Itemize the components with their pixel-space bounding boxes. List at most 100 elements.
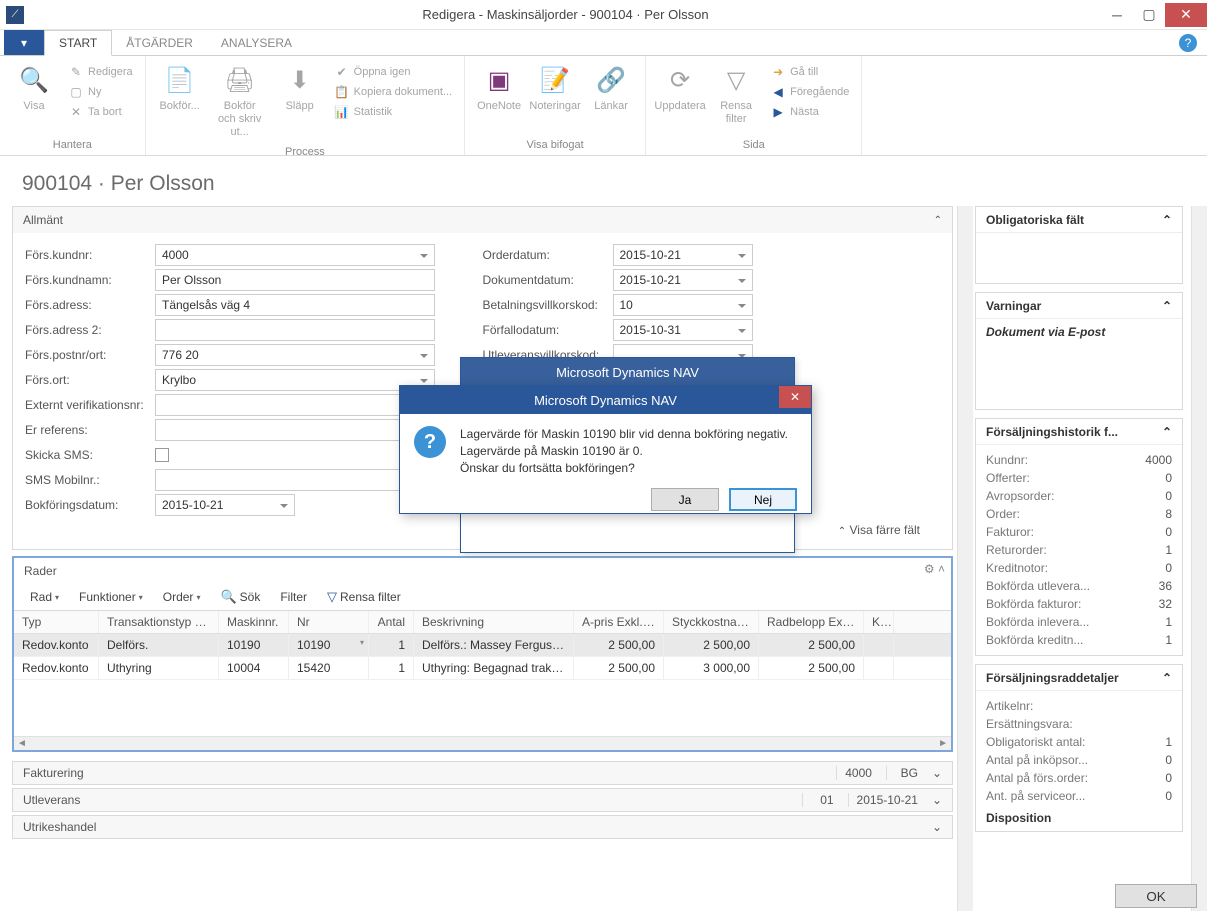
field-orderdatum[interactable]: 2015-10-21	[613, 244, 753, 266]
field-betvillkor[interactable]: 10	[613, 294, 753, 316]
panel-allmant-head[interactable]: Allmänt ⌃	[13, 207, 952, 233]
field-referens[interactable]	[155, 419, 435, 441]
gatill-button[interactable]: ➜Gå till	[764, 62, 855, 82]
clear-icon: ▽	[327, 589, 337, 605]
fbox-forshistorik-head[interactable]: Försäljningshistorik f...⌃	[976, 419, 1182, 445]
tab-analysera[interactable]: ANALYSERA	[207, 30, 306, 55]
dropdown-icon[interactable]: ▾	[360, 638, 364, 647]
fbox-obligatoriska: Obligatoriska fält⌃	[975, 206, 1183, 284]
bokfor-button[interactable]: 📄Bokför...	[152, 60, 208, 144]
chevron-down-icon: ⌄	[932, 820, 942, 834]
print-icon: 🖨	[224, 64, 256, 96]
th-typ[interactable]: Typ	[14, 611, 99, 633]
th-apris[interactable]: A-pris Exkl. moms	[574, 611, 664, 633]
group-sida-label: Sida	[743, 137, 765, 151]
uppdatera-button[interactable]: ⟳Uppdatera	[652, 60, 708, 137]
label-betvillkor: Betalningsvillkorskod:	[483, 298, 613, 312]
chevron-up-icon: ⌃	[934, 215, 942, 226]
field-bokdatum[interactable]: 2015-10-21	[155, 494, 295, 516]
checkbox-sms[interactable]	[155, 448, 169, 462]
th-styck[interactable]: Styckkostnad (BVA)	[664, 611, 759, 633]
new-icon: ▢	[68, 84, 84, 100]
label-postnr: Förs.postnr/ort:	[25, 348, 155, 362]
statistik-button[interactable]: 📊Statistik	[328, 102, 458, 122]
gear-icon[interactable]: ⚙ ˄	[924, 562, 945, 576]
question-icon: ?	[414, 426, 446, 458]
label-orderdatum: Orderdatum:	[483, 248, 613, 262]
fbox-varningar-head[interactable]: Varningar⌃	[976, 293, 1182, 319]
close-button[interactable]: ✕	[1165, 3, 1207, 27]
field-dokdatum[interactable]: 2015-10-21	[613, 269, 753, 291]
table-row[interactable]: Redov.konto Uthyring 10004 15420 1 Uthyr…	[14, 657, 951, 680]
chevron-down-icon: ⌄	[932, 793, 942, 807]
dialog-close-button[interactable]: ✕	[779, 386, 811, 408]
tab-start[interactable]: START	[44, 30, 112, 56]
field-mobil[interactable]	[155, 469, 435, 491]
tbtn-filter[interactable]: Filter	[272, 590, 315, 604]
copy-icon: 📋	[334, 84, 350, 100]
tbtn-rensa[interactable]: ▽Rensa filter	[319, 589, 409, 605]
onenote-button[interactable]: ▣OneNote	[471, 60, 527, 137]
group-visabifogat-label: Visa bifogat	[526, 137, 583, 151]
fbox-obligatoriska-head[interactable]: Obligatoriska fält⌃	[976, 207, 1182, 233]
th-maskinnr[interactable]: Maskinnr.	[219, 611, 289, 633]
ribbon-tabs: ▾ START ÅTGÄRDER ANALYSERA ?	[0, 30, 1207, 56]
horizontal-scrollbar[interactable]: ◄►	[14, 736, 951, 750]
noteringar-button[interactable]: 📝Noteringar	[527, 60, 583, 137]
field-adress2[interactable]	[155, 319, 435, 341]
oppna-igen-button[interactable]: ✔Öppna igen	[328, 62, 458, 82]
th-beskrivning[interactable]: Beskrivning	[414, 611, 574, 633]
tab-atgarder[interactable]: ÅTGÄRDER	[112, 30, 207, 55]
help-icon[interactable]: ?	[1179, 34, 1197, 52]
field-kundnr[interactable]: 4000	[155, 244, 435, 266]
th-radbelopp[interactable]: Radbelopp Exkl. moms	[759, 611, 864, 633]
field-postnr[interactable]: 776 20	[155, 344, 435, 366]
field-adress[interactable]: Tängelsås väg 4	[155, 294, 435, 316]
collap-fakturering[interactable]: Fakturering 4000BG⌄	[12, 761, 953, 785]
collap-utrikeshandel[interactable]: Utrikeshandel ⌄	[12, 815, 953, 839]
main-scrollbar[interactable]	[957, 206, 973, 911]
file-tab[interactable]: ▾	[4, 30, 44, 55]
tbtn-order[interactable]: Order ▾	[155, 590, 209, 604]
table-row[interactable]: Redov.konto Delförs. 10190 10190▾ 1 Delf…	[14, 634, 951, 657]
minimize-button[interactable]: ─	[1101, 3, 1133, 27]
ribbon: 🔍Visa ✎Redigera ▢Ny ✕Ta bort Hantera 📄Bo…	[0, 56, 1207, 156]
field-forfallo[interactable]: 2015-10-31	[613, 319, 753, 341]
field-externt[interactable]	[155, 394, 435, 416]
field-ort[interactable]: Krylbo	[155, 369, 435, 391]
rensa-filter-button[interactable]: ▽Rensa filter	[708, 60, 764, 137]
side-scrollbar[interactable]	[1191, 206, 1207, 911]
slapp-button[interactable]: ⬇Släpp	[272, 60, 328, 144]
bokfor-skriv-button[interactable]: 🖨Bokför och skriv ut...	[208, 60, 272, 144]
chevron-up-icon: ⌃	[1162, 299, 1172, 313]
tbtn-funktioner[interactable]: Funktioner ▾	[71, 590, 151, 604]
window-title: Redigera - Maskinsäljorder - 900104 · Pe…	[30, 7, 1101, 22]
redigera-button[interactable]: ✎Redigera	[62, 62, 139, 82]
visa-button[interactable]: 🔍Visa	[6, 60, 62, 137]
nej-button[interactable]: Nej	[729, 488, 797, 511]
foregaende-button[interactable]: ◀Föregående	[764, 82, 855, 102]
th-antal[interactable]: Antal	[369, 611, 414, 633]
det-row: Obligatoriskt antal:1	[986, 733, 1172, 751]
lankar-button[interactable]: 🔗Länkar	[583, 60, 639, 137]
tabort-button[interactable]: ✕Ta bort	[62, 102, 139, 122]
field-kundnamn[interactable]: Per Olsson	[155, 269, 435, 291]
fbox-raddetaljer-head[interactable]: Försäljningsraddetaljer⌃	[976, 665, 1182, 691]
hist-row: Returorder:1	[986, 541, 1172, 559]
kopiera-button[interactable]: 📋Kopiera dokument...	[328, 82, 458, 102]
maximize-button[interactable]: ▢	[1133, 3, 1165, 27]
label-ort: Förs.ort:	[25, 373, 155, 387]
hist-row: Offerter:0	[986, 469, 1172, 487]
tbtn-rad[interactable]: Rad ▾	[22, 590, 67, 604]
collap-utleverans[interactable]: Utleverans 012015-10-21⌄	[12, 788, 953, 812]
ja-button[interactable]: Ja	[651, 488, 719, 511]
th-kor[interactable]: Kor	[864, 611, 894, 633]
tbtn-sok[interactable]: 🔍Sök	[212, 589, 268, 605]
th-nr[interactable]: Nr	[289, 611, 369, 633]
th-transtyp[interactable]: Transaktionstyp (Maskinhandel)	[99, 611, 219, 633]
det-row: Antal på inköpsor...0	[986, 751, 1172, 769]
panel-rader-head[interactable]: Rader ⚙ ˄	[14, 558, 951, 584]
ny-button[interactable]: ▢Ny	[62, 82, 139, 102]
ok-button[interactable]: OK	[1115, 884, 1197, 908]
nasta-button[interactable]: ▶Nästa	[764, 102, 855, 122]
